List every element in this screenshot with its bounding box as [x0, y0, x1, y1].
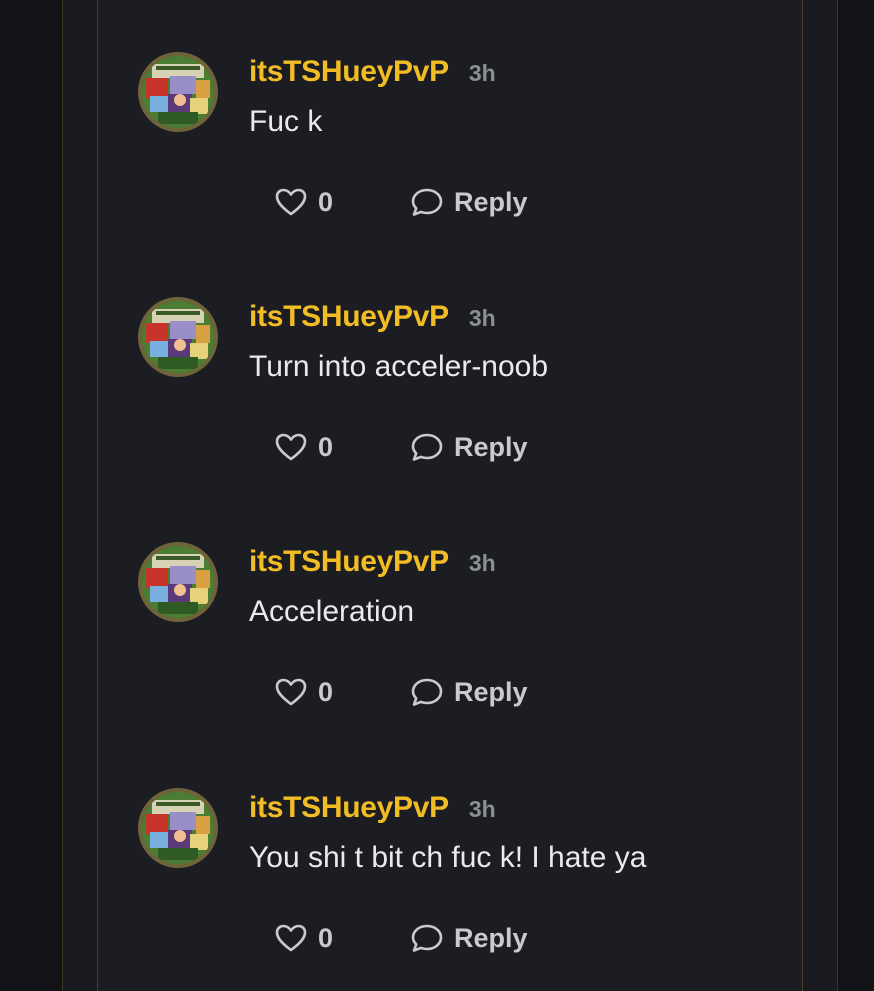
- heart-outline-icon: [274, 432, 308, 462]
- comment-item: itsTSHueyPvP 3h You shi t bit ch fuc k! …: [138, 788, 758, 988]
- comment-item: itsTSHueyPvP 3h Turn into acceler-noob 0…: [138, 297, 758, 497]
- timestamp: 3h: [468, 796, 496, 822]
- like-button[interactable]: 0: [274, 427, 333, 467]
- right-side-rail: [838, 0, 874, 991]
- timestamp: 3h: [468, 305, 496, 331]
- reply-label: Reply: [454, 432, 528, 462]
- reply-button[interactable]: Reply: [410, 427, 528, 467]
- like-count: 0: [318, 187, 334, 217]
- comment-item: itsTSHueyPvP 3h Acceleration 0 Reply: [138, 542, 758, 742]
- avatar-image: [142, 56, 214, 128]
- left-side-rail: [0, 0, 62, 991]
- heart-outline-icon: [274, 677, 308, 707]
- comment-text: Fuc k: [249, 105, 323, 138]
- comment-text: Acceleration: [249, 595, 415, 628]
- username[interactable]: itsTSHueyPvP: [249, 542, 449, 582]
- timestamp: 3h: [468, 550, 496, 576]
- username[interactable]: itsTSHueyPvP: [249, 788, 449, 828]
- username[interactable]: itsTSHueyPvP: [249, 52, 449, 92]
- avatar-image: [142, 792, 214, 864]
- reply-button[interactable]: Reply: [410, 918, 528, 958]
- reply-button[interactable]: Reply: [410, 672, 528, 712]
- avatar[interactable]: [138, 542, 218, 622]
- avatar[interactable]: [138, 788, 218, 868]
- reply-button[interactable]: Reply: [410, 182, 528, 222]
- like-button[interactable]: 0: [274, 182, 333, 222]
- comment-meta: itsTSHueyPvP 3h: [249, 542, 496, 582]
- comment-text: You shi t bit ch fuc k! I hate ya: [249, 841, 647, 874]
- reply-label: Reply: [454, 187, 528, 217]
- comment-meta: itsTSHueyPvP 3h: [249, 52, 496, 92]
- reply-label: Reply: [454, 677, 528, 707]
- comment-text: Turn into acceler-noob: [249, 350, 549, 383]
- heart-outline-icon: [274, 923, 308, 953]
- reply-label: Reply: [454, 923, 528, 953]
- heart-outline-icon: [274, 187, 308, 217]
- like-button[interactable]: 0: [274, 918, 333, 958]
- like-count: 0: [318, 432, 334, 462]
- timestamp: 3h: [468, 60, 496, 86]
- speech-bubble-icon: [410, 186, 444, 218]
- comment-meta: itsTSHueyPvP 3h: [249, 297, 496, 337]
- speech-bubble-icon: [410, 922, 444, 954]
- avatar[interactable]: [138, 297, 218, 377]
- like-button[interactable]: 0: [274, 672, 333, 712]
- username[interactable]: itsTSHueyPvP: [249, 297, 449, 337]
- like-count: 0: [318, 923, 334, 953]
- like-count: 0: [318, 677, 334, 707]
- avatar-image: [142, 301, 214, 373]
- comment-item: itsTSHueyPvP 3h Fuc k 0 Reply: [138, 52, 758, 252]
- avatar-image: [142, 546, 214, 618]
- speech-bubble-icon: [410, 676, 444, 708]
- speech-bubble-icon: [410, 431, 444, 463]
- avatar[interactable]: [138, 52, 218, 132]
- comment-meta: itsTSHueyPvP 3h: [249, 788, 496, 828]
